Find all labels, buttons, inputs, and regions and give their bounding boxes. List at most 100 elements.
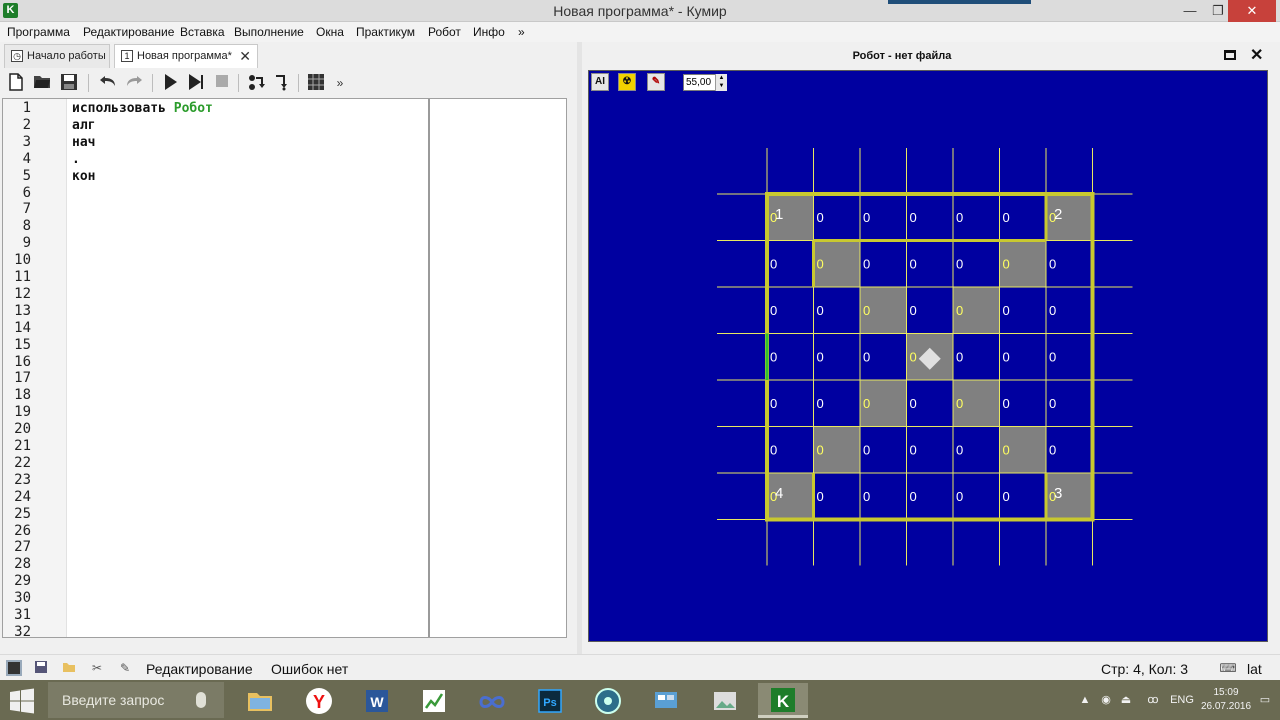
run-icon[interactable] (160, 73, 180, 93)
panel-splitter[interactable] (577, 42, 582, 654)
word-icon[interactable]: W (355, 683, 399, 718)
save-icon[interactable] (59, 73, 79, 93)
tray-overflow-icon[interactable]: ▲ (1078, 680, 1092, 720)
yandex-browser-icon[interactable]: Y (297, 683, 341, 718)
cell-value: 0 (1049, 257, 1056, 272)
line-number: 27 (14, 539, 31, 556)
robot-close-icon[interactable]: ✕ (1250, 45, 1263, 65)
photo-viewer-icon[interactable] (703, 683, 747, 718)
cell-value: 0 (770, 350, 777, 365)
cell-value: 0 (1049, 396, 1056, 411)
line-number: 9 (22, 235, 31, 252)
module-name: Робот (173, 101, 213, 116)
new-file-icon[interactable] (6, 73, 26, 93)
kumir-icon[interactable]: K (758, 683, 808, 718)
code-editor[interactable]: 1 2 3 4 5 6 7 8 9 10 11 12 13 14 15 16 17 18 19 20 21 22 23 24 2… (2, 98, 567, 640)
cell-value: 0 (770, 396, 777, 411)
menu-insert[interactable]: Вставка (180, 25, 225, 39)
cell-value: 0 (910, 303, 917, 318)
chart-app-icon[interactable] (412, 683, 456, 718)
tab-label: Новая программа* (137, 50, 232, 62)
microphone-icon[interactable] (196, 692, 206, 708)
network-icon[interactable]: ꝏ (1144, 680, 1162, 720)
tab-label: Начало работы (27, 50, 106, 62)
save-status-icon[interactable] (33, 660, 49, 676)
line-number: 23 (14, 471, 31, 488)
editor-mode: Редактирование (146, 661, 253, 677)
minimize-button[interactable]: — (1176, 0, 1204, 22)
code-line[interactable]: кон (72, 169, 95, 184)
line-number: 31 (14, 607, 31, 623)
code-line[interactable]: . (72, 152, 80, 167)
infinity-app-icon[interactable] (470, 683, 514, 718)
step-into-icon[interactable] (272, 73, 292, 93)
restore-icon[interactable] (1224, 50, 1236, 60)
toolbar-overflow-button[interactable]: » (330, 73, 350, 93)
menu-practicum[interactable]: Практикум (356, 25, 415, 39)
line-number: 17 (14, 370, 31, 387)
code-line[interactable]: нач (72, 135, 95, 150)
line-number: 29 (14, 573, 31, 590)
menu-info[interactable]: Инфо (473, 25, 505, 39)
line-number: 11 (14, 269, 31, 285)
line-number: 32 (14, 623, 31, 640)
robot-field[interactable]: AI ☢ ✎ 55,00 ▲ ▼ 000000000000000000000000… (588, 70, 1268, 642)
menu-run[interactable]: Выполнение (234, 25, 304, 39)
line-number: 26 (14, 522, 31, 539)
cell-value: 0 (817, 257, 824, 272)
menu-program[interactable]: Программа (7, 25, 70, 39)
cell-value: 0 (863, 396, 870, 411)
photoshop-icon[interactable]: Ps (528, 683, 572, 718)
cell-value: 0 (817, 303, 824, 318)
cell-value: 0 (1003, 396, 1010, 411)
tab-close-icon[interactable]: ✕ (239, 45, 251, 67)
redo-icon[interactable] (124, 73, 144, 93)
windows-start-icon[interactable] (8, 688, 36, 714)
svg-text:Y: Y (313, 692, 325, 712)
menu-overflow[interactable]: » (518, 25, 525, 39)
control-panel-icon[interactable] (644, 683, 688, 718)
line-number: 10 (14, 252, 31, 269)
cell-value: 0 (1003, 443, 1010, 458)
folder-status-icon[interactable] (61, 660, 77, 676)
keyboard-layout: lat (1247, 661, 1262, 677)
run-step-icon[interactable] (186, 73, 206, 93)
line-number-gutter: 1 2 3 4 5 6 7 8 9 10 11 12 13 14 15 16 17 18 19 20 21 22 23 24 2… (3, 99, 67, 640)
undo-icon[interactable] (98, 73, 118, 93)
input-language[interactable]: ENG (1168, 680, 1196, 720)
code-line[interactable]: алг (72, 118, 95, 133)
media-icon[interactable] (586, 683, 630, 718)
keyboard-icon: ⌨ (1219, 661, 1237, 675)
corner-label: 4 (775, 485, 783, 502)
tab-start[interactable]: ◷ Начало работы (4, 44, 110, 68)
tools-icon[interactable]: ✂ (89, 660, 105, 676)
cell-value: 0 (817, 443, 824, 458)
console-icon[interactable] (6, 660, 22, 676)
grid-icon[interactable] (306, 73, 326, 93)
clock[interactable]: 15:09 26.07.2016 (1200, 686, 1252, 714)
toolbar: » (0, 68, 577, 98)
notifications-icon[interactable]: ▭ (1256, 680, 1274, 720)
tray-app-icon[interactable]: ◉ (1098, 680, 1114, 720)
code-line[interactable]: использовать Робот (72, 101, 213, 116)
cell-value: 0 (956, 489, 963, 504)
cell-value: 0 (910, 257, 917, 272)
line-number: 28 (14, 556, 31, 573)
cell-value: 0 (956, 443, 963, 458)
stop-icon[interactable] (212, 73, 232, 93)
menu-windows[interactable]: Окна (316, 25, 344, 39)
cell-value: 0 (863, 210, 870, 225)
corner-label: 2 (1054, 206, 1062, 223)
step-over-icon[interactable] (246, 73, 266, 93)
open-folder-icon[interactable] (32, 73, 52, 93)
clock-time: 15:09 (1213, 687, 1239, 698)
menu-edit[interactable]: Редактирование (83, 25, 174, 39)
close-button[interactable]: ✕ (1228, 0, 1276, 22)
usb-icon[interactable]: ⏏ (1118, 680, 1134, 720)
menu-robot[interactable]: Робот (428, 25, 461, 39)
number-one-icon: 1 (121, 50, 133, 62)
pencil-icon[interactable]: ✎ (117, 660, 133, 676)
tab-new-program[interactable]: 1 Новая программа* ✕ (114, 44, 258, 68)
cell-value: 0 (1003, 210, 1010, 225)
file-explorer-icon[interactable] (238, 683, 282, 718)
